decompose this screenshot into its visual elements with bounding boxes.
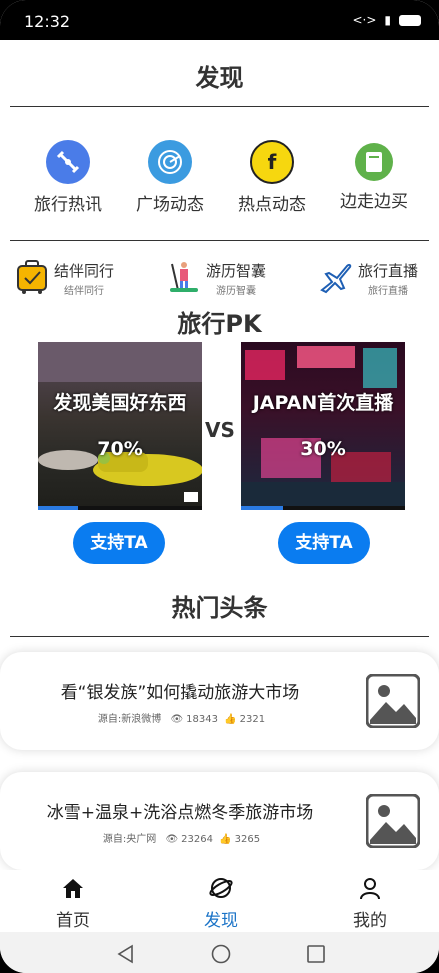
travel-item-live[interactable]: 旅行直播 旅行直播 xyxy=(320,258,430,298)
hot-section-title: 热门头条 xyxy=(171,594,268,622)
news-meta: 源自:央广网 👁 23264 👍 3265 xyxy=(0,830,360,845)
news-meta: 源自:新浪微博 👁 18343 👍 2321 xyxy=(0,710,360,725)
travel-item-subtitle: 旅行直播 xyxy=(368,286,408,297)
battery-icon xyxy=(399,14,421,26)
pk-card-right[interactable]: JAPAN首次直播 30% xyxy=(241,342,405,510)
news-card[interactable]: 冰雪+温泉+洗浴点燃冬季旅游市场 源自:央广网 👁 23264 👍 3265 xyxy=(0,772,439,870)
discover-page: 发现 旅行热讯 广场动态 f 热点动态 边走边买 结伴同行 结伴同行 游历智囊 … xyxy=(0,40,439,870)
pk-left-progress xyxy=(38,506,202,510)
system-navigation-bar xyxy=(0,932,439,973)
status-bar: 12:32 <·> ▮ xyxy=(0,0,439,40)
quick-link-label: 热点动态 xyxy=(238,195,306,215)
hot-divider xyxy=(10,636,429,637)
news-likes: 3265 xyxy=(234,834,261,845)
news-card[interactable]: 看“银发族”如何撬动旅游大市场 源自:新浪微博 👁 18343 👍 2321 xyxy=(0,652,439,750)
phone-screen: 12:32 <·> ▮ 发现 旅行热讯 广场动态 f 热点动态 边走边买 结伴同… xyxy=(0,0,439,973)
eye-icon: 👁 xyxy=(170,714,184,725)
thumbs-up-icon: 👍 xyxy=(224,714,237,725)
status-time: 12:32 xyxy=(24,12,71,31)
luggage-icon xyxy=(17,260,47,294)
image-placeholder-icon xyxy=(366,674,420,728)
news-title: 冰雪+温泉+洗浴点燃冬季旅游市场 xyxy=(46,803,314,823)
quick-link-label: 边走边买 xyxy=(340,192,408,212)
planet-icon xyxy=(209,878,233,898)
travel-item-subtitle: 游历智囊 xyxy=(216,286,256,297)
satellite-icon xyxy=(46,140,90,184)
data-transfer-icon: <·> xyxy=(352,13,377,27)
quick-link-travel-news[interactable]: 旅行热讯 xyxy=(18,140,118,215)
pk-left-percent: 70% xyxy=(97,438,143,460)
support-left-button[interactable]: 支持TA xyxy=(73,522,165,564)
news-source: 源自:央广网 xyxy=(102,834,157,845)
section-divider xyxy=(10,240,429,241)
eye-icon: 👁 xyxy=(165,834,179,845)
news-title: 看“银发族”如何撬动旅游大市场 xyxy=(60,683,300,703)
quick-link-hot[interactable]: f 热点动态 xyxy=(222,140,322,215)
header-divider xyxy=(10,106,429,107)
pk-right-topic: JAPAN首次直播 xyxy=(252,392,394,414)
pk-right-percent: 30% xyxy=(300,438,346,460)
recents-icon[interactable] xyxy=(306,944,326,964)
travel-item-companion[interactable]: 结伴同行 结伴同行 xyxy=(16,258,136,298)
page-title: 发现 xyxy=(195,64,244,92)
quick-link-label: 广场动态 xyxy=(136,195,204,215)
tab-label: 我的 xyxy=(353,911,387,931)
tab-label: 发现 xyxy=(204,911,238,931)
travel-item-subtitle: 结伴同行 xyxy=(64,286,104,297)
travel-item-guide[interactable]: 游历智囊 游历智囊 xyxy=(168,258,288,298)
travel-item-title: 游历智囊 xyxy=(206,262,267,280)
pk-left-image xyxy=(38,342,202,502)
tab-label: 首页 xyxy=(56,911,90,931)
news-views: 23264 xyxy=(181,834,213,845)
pk-right-progress xyxy=(241,506,405,510)
facebook-icon: f xyxy=(250,140,294,184)
quick-link-shopping[interactable]: 边走边买 xyxy=(324,140,424,212)
pk-card-left[interactable]: 发现美国好东西 70% xyxy=(38,342,202,510)
shopping-list-icon xyxy=(355,143,393,181)
tab-home[interactable]: 首页 xyxy=(33,876,113,931)
image-placeholder-icon xyxy=(366,794,420,848)
news-source: 源自:新浪微博 xyxy=(97,714,162,725)
news-likes: 2321 xyxy=(239,714,266,725)
travel-item-title: 旅行直播 xyxy=(358,262,419,280)
back-icon[interactable] xyxy=(116,944,136,964)
tab-discover[interactable]: 发现 xyxy=(181,876,261,931)
home-circle-icon[interactable] xyxy=(211,944,231,964)
home-icon xyxy=(63,879,83,898)
thumbs-up-icon: 👍 xyxy=(219,834,232,845)
pk-right-progress-fill xyxy=(241,506,283,510)
status-icons: <·> ▮ xyxy=(352,13,421,27)
pk-section-title: 旅行PK xyxy=(177,310,262,338)
radar-icon xyxy=(148,140,192,184)
news-views: 18343 xyxy=(186,714,218,725)
tab-profile[interactable]: 我的 xyxy=(330,876,410,931)
pk-left-progress-fill xyxy=(38,506,79,510)
user-icon xyxy=(360,878,380,900)
travel-item-title: 结伴同行 xyxy=(54,262,115,280)
bottom-tab-bar: 首页 发现 我的 xyxy=(0,870,439,932)
pk-right-image xyxy=(241,346,405,510)
paddleboard-icon xyxy=(170,262,198,292)
quick-link-label: 旅行热讯 xyxy=(34,195,102,215)
support-right-button[interactable]: 支持TA xyxy=(278,522,370,564)
quick-links: 旅行热讯 广场动态 f 热点动态 边走边买 xyxy=(0,140,439,220)
quick-link-square[interactable]: 广场动态 xyxy=(120,140,220,215)
vs-label: VS xyxy=(205,418,235,442)
travel-features: 结伴同行 结伴同行 游历智囊 游历智囊 旅行直播 旅行直播 xyxy=(0,258,439,298)
airplane-icon xyxy=(320,263,352,294)
pk-left-topic: 发现美国好东西 xyxy=(53,392,187,414)
signal-icon: ▮ xyxy=(384,13,391,27)
